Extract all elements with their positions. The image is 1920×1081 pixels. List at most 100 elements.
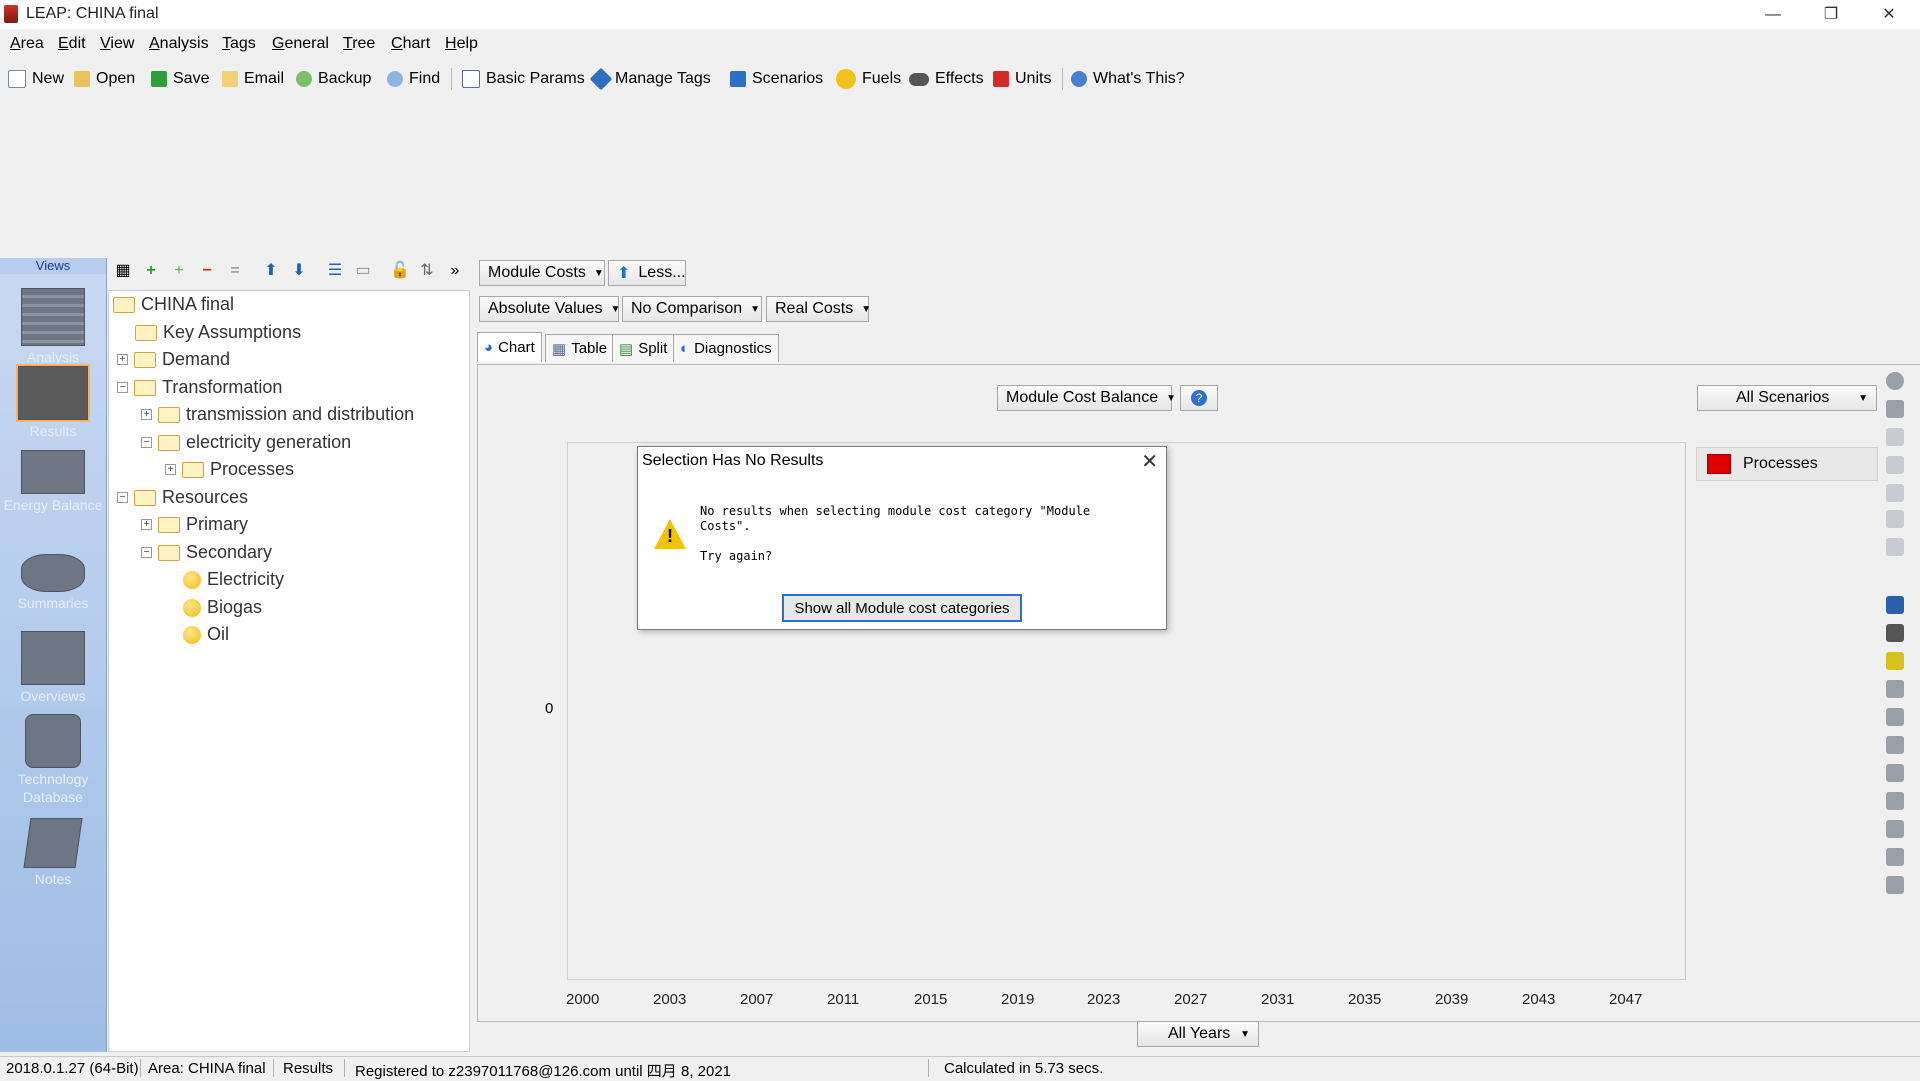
minimize-button[interactable]: — [1744,0,1802,29]
module-costs-dropdown[interactable]: Module Costs ▼ [479,260,605,286]
view-overviews[interactable]: Overviews [0,631,106,705]
expand-icon[interactable]: + [141,409,152,420]
layout-icon[interactable] [1886,792,1904,810]
tree-outline-icon[interactable]: ☰ [326,262,344,280]
shape-icon[interactable] [1886,400,1904,418]
view-notes[interactable]: Notes [0,818,106,888]
sort-icon[interactable]: ⇅ [418,262,436,280]
export-icon[interactable] [1886,708,1904,726]
expand-icon[interactable]: + [165,464,176,475]
tree-node-transmission[interactable]: + transmission and distribution [141,404,414,425]
chart-type-icon[interactable] [1886,596,1904,614]
tab-split[interactable]: ▤ Split [612,334,675,362]
email-button[interactable]: Email [222,68,284,90]
menu-tags[interactable]: Tags [222,35,256,53]
tree-node-electricity-generation[interactable]: − electricity generation [141,432,351,453]
delete-multiple-icon[interactable]: = [226,262,244,280]
tree-node-processes[interactable]: + Processes [165,459,294,480]
menu-view[interactable]: View [100,35,134,53]
manage-tags-button[interactable]: Manage Tags [589,67,711,91]
scenarios-button[interactable]: Scenarios [730,68,823,90]
module-cost-balance-dropdown[interactable]: Module Cost Balance ▼ [997,385,1176,411]
fuels-button[interactable]: Fuels [836,68,901,90]
view-energy-balance[interactable]: Energy Balance [0,450,106,514]
real-costs-dropdown[interactable]: Real Costs ▼ [766,296,871,322]
less-button[interactable]: ⬆ Less... [608,260,686,286]
panel-icon[interactable] [1886,820,1904,838]
restore-button[interactable]: ❐ [1802,0,1860,29]
view-summaries[interactable]: Summaries [0,554,106,612]
tree-node-electricity[interactable]: Electricity [183,569,284,590]
menu-help[interactable]: Help [445,35,478,53]
data-labels-icon[interactable] [1886,652,1904,670]
close-window-button[interactable]: ✕ [1860,0,1918,29]
show-all-categories-button[interactable]: Show all Module cost categories [782,594,1022,622]
tree-node-key-assumptions[interactable]: Key Assumptions [135,322,301,343]
no-comparison-dropdown[interactable]: No Comparison ▼ [622,296,762,322]
folder-icon[interactable]: ▭ [354,262,372,280]
chart-options-icon[interactable] [1886,736,1904,754]
wrench-icon[interactable] [1886,876,1904,894]
units-button[interactable]: Units [993,68,1051,90]
tree-node-oil[interactable]: Oil [183,624,229,645]
add-branch-icon[interactable]: + [142,262,160,280]
grid-icon[interactable] [1886,624,1904,642]
tab-diagnostics[interactable]: ◐ Diagnostics [673,334,779,362]
menu-general[interactable]: General [272,35,329,53]
collapse-icon[interactable]: − [117,492,128,503]
expand-icon[interactable]: + [141,519,152,530]
collapse-icon[interactable]: − [117,382,128,393]
font-increase-icon[interactable] [1886,510,1904,528]
menu-tree[interactable]: Tree [343,35,375,53]
delete-branch-icon[interactable]: − [198,262,216,280]
add-multiple-icon[interactable]: + [170,262,188,280]
save-button[interactable]: Save [151,68,209,90]
folder-icon [135,324,157,341]
x-axis-tick: 2019 [1001,991,1035,1008]
tree-node-secondary[interactable]: − Secondary [141,542,272,563]
move-down-icon[interactable]: ⬇ [290,262,308,280]
vertical-text-icon[interactable] [1886,428,1904,446]
expand-icon[interactable]: + [117,354,128,365]
pivot-icon[interactable] [1886,680,1904,698]
all-scenarios-dropdown[interactable]: All Scenarios ▼ [1697,385,1877,411]
basic-params-button[interactable]: Basic Params [462,68,585,90]
tree-node-demand[interactable]: + Demand [117,349,230,370]
move-up-icon[interactable]: ⬆ [262,262,280,280]
tab-table[interactable]: ▦ Table [545,334,615,362]
pie-chart-icon[interactable] [1886,372,1904,390]
menu-analysis[interactable]: Analysis [149,35,209,53]
font-decrease-icon[interactable] [1886,538,1904,556]
lock-icon[interactable]: 🔓 [390,262,410,280]
menu-area[interactable]: Area [10,35,44,53]
collapse-icon[interactable]: − [141,547,152,558]
tree-node-primary[interactable]: + Primary [141,514,248,535]
open-button[interactable]: Open [74,68,135,90]
tree-node-transformation[interactable]: − Transformation [117,377,282,398]
copy-icon[interactable] [1886,764,1904,782]
dialog-close-icon[interactable]: ✕ [1141,449,1158,474]
effects-button[interactable]: Effects [909,68,984,90]
tab-chart[interactable]: ◕ Chart [477,332,542,362]
all-years-dropdown[interactable]: All Years ▼ [1137,1021,1259,1047]
backup-button[interactable]: Backup [296,68,371,90]
tree-properties-icon[interactable]: ▦ [114,262,132,280]
tree-node-resources[interactable]: − Resources [117,487,248,508]
print-icon[interactable] [1886,848,1904,866]
help-button[interactable]: ? [1180,385,1218,411]
tree-node-root[interactable]: CHINA final [113,294,234,315]
collapse-icon[interactable]: − [141,437,152,448]
new-button[interactable]: New [8,68,64,90]
find-button[interactable]: Find [387,68,440,90]
more-tools-chevron-icon[interactable]: » [446,262,464,280]
view-analysis[interactable]: Analysis [0,288,106,366]
log-scale-icon[interactable] [1886,484,1904,502]
absolute-values-dropdown[interactable]: Absolute Values ▼ [479,296,620,322]
tree-node-biogas[interactable]: Biogas [183,597,262,618]
3d-icon[interactable] [1886,456,1904,474]
view-technology-database[interactable]: Technology Database [0,714,106,806]
whats-this-button[interactable]: What's This? [1071,68,1185,90]
menu-chart[interactable]: Chart [391,35,430,53]
view-results[interactable]: Results [0,364,106,440]
menu-edit[interactable]: Edit [58,35,86,53]
